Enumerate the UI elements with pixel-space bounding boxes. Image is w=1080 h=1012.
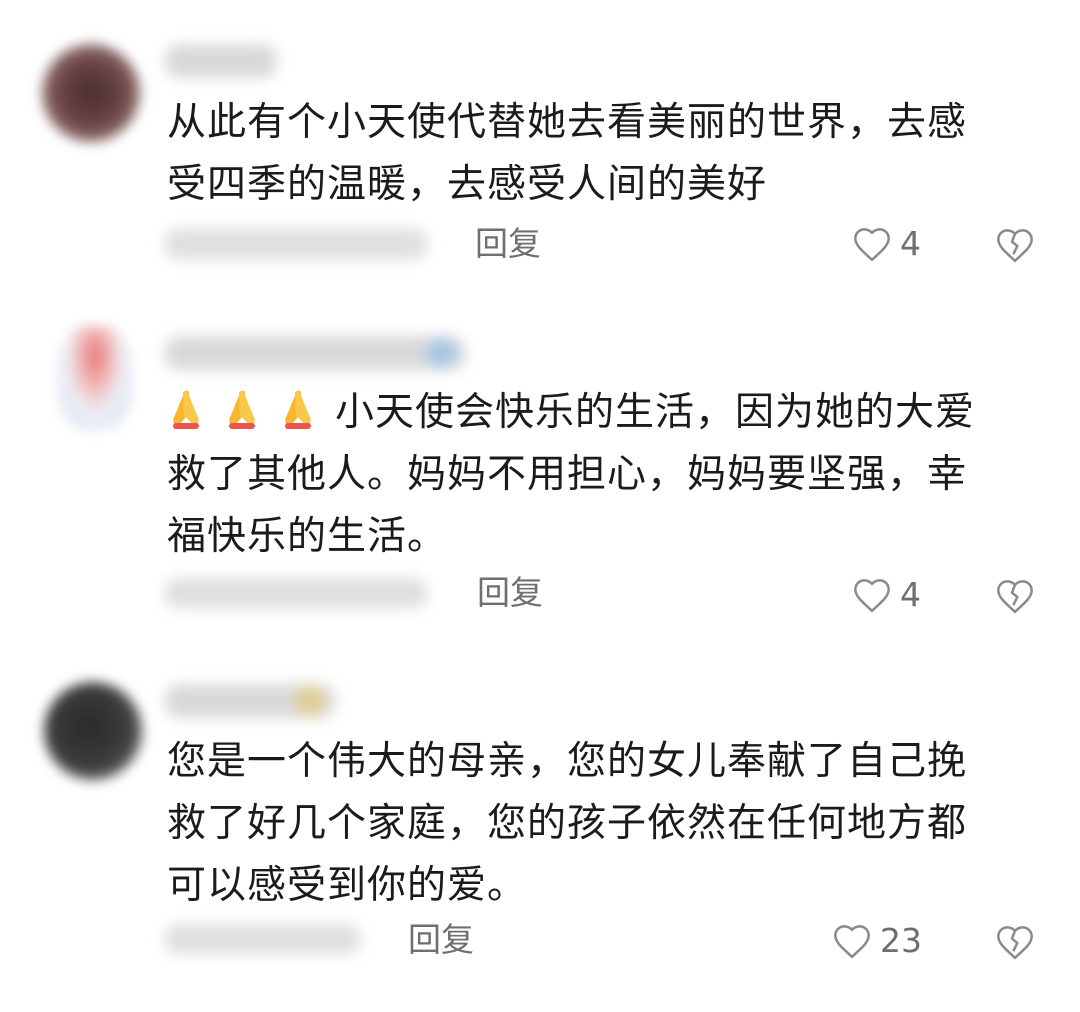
comment-line: 受四季的温暖，去感受人间的美好 xyxy=(167,162,768,207)
broken-heart-outline-icon xyxy=(997,926,1033,960)
comment-text: 小天使会快乐的生活，因为她的大爱 救了其他人。妈妈不用担心，妈妈要坚强，幸 福快… xyxy=(167,382,1027,568)
timestamp-location-blurred xyxy=(165,229,427,259)
dislike-button[interactable] xyxy=(995,923,1035,965)
like-button[interactable]: 4 xyxy=(852,224,921,264)
comment-text: 您是一个伟大的母亲，您的女儿奉献了自己挽 救了好几个家庭，您的孩子依然在任何地方… xyxy=(167,731,1027,917)
timestamp-location-blurred xyxy=(165,578,427,608)
broken-heart-outline-icon xyxy=(997,580,1033,614)
comment-line: 救了其他人。妈妈不用担心，妈妈要坚强，幸 xyxy=(167,452,968,497)
comment-line: 您是一个伟大的母亲，您的女儿奉献了自己挽 xyxy=(167,739,968,784)
like-button[interactable]: 4 xyxy=(852,575,921,615)
avatar[interactable] xyxy=(58,326,132,430)
broken-heart-outline-icon xyxy=(997,229,1033,263)
comment-line: 可以感受到你的爱。 xyxy=(167,863,528,908)
avatar[interactable] xyxy=(42,44,140,142)
username-blurred[interactable] xyxy=(165,684,335,718)
folded-hands-emoji xyxy=(285,390,311,429)
like-count: 4 xyxy=(900,224,921,263)
folded-hands-emoji xyxy=(229,390,255,429)
username-blurred[interactable] xyxy=(165,44,277,78)
comment-list: 从此有个小天使代替她去看美丽的世界，去感 受四季的温暖，去感受人间的美好 回复 … xyxy=(0,0,1080,1012)
heart-outline-icon xyxy=(854,228,890,262)
comment-line: 福快乐的生活。 xyxy=(167,514,448,559)
like-count: 23 xyxy=(880,921,922,960)
dislike-button[interactable] xyxy=(995,577,1035,619)
avatar[interactable] xyxy=(44,682,142,780)
reply-button[interactable]: 回复 xyxy=(475,224,541,264)
username-blurred[interactable] xyxy=(165,336,465,370)
timestamp-location-blurred xyxy=(165,924,360,954)
comment-text: 从此有个小天使代替她去看美丽的世界，去感 受四季的温暖，去感受人间的美好 xyxy=(167,92,1027,216)
like-count: 4 xyxy=(900,575,921,614)
folded-hands-emoji xyxy=(173,390,199,429)
comment-line: 小天使会快乐的生活，因为她的大爱 xyxy=(167,382,1027,444)
dislike-button[interactable] xyxy=(995,226,1035,268)
reply-button[interactable]: 回复 xyxy=(408,920,474,960)
reply-button[interactable]: 回复 xyxy=(477,573,543,613)
comment-line: 救了好几个家庭，您的孩子依然在任何地方都 xyxy=(167,801,968,846)
like-button[interactable]: 23 xyxy=(832,921,922,961)
comment-line: 从此有个小天使代替她去看美丽的世界，去感 xyxy=(167,100,968,145)
heart-outline-icon xyxy=(854,579,890,613)
comment-line-text: 小天使会快乐的生活，因为她的大爱 xyxy=(335,390,976,435)
heart-outline-icon xyxy=(834,925,870,959)
